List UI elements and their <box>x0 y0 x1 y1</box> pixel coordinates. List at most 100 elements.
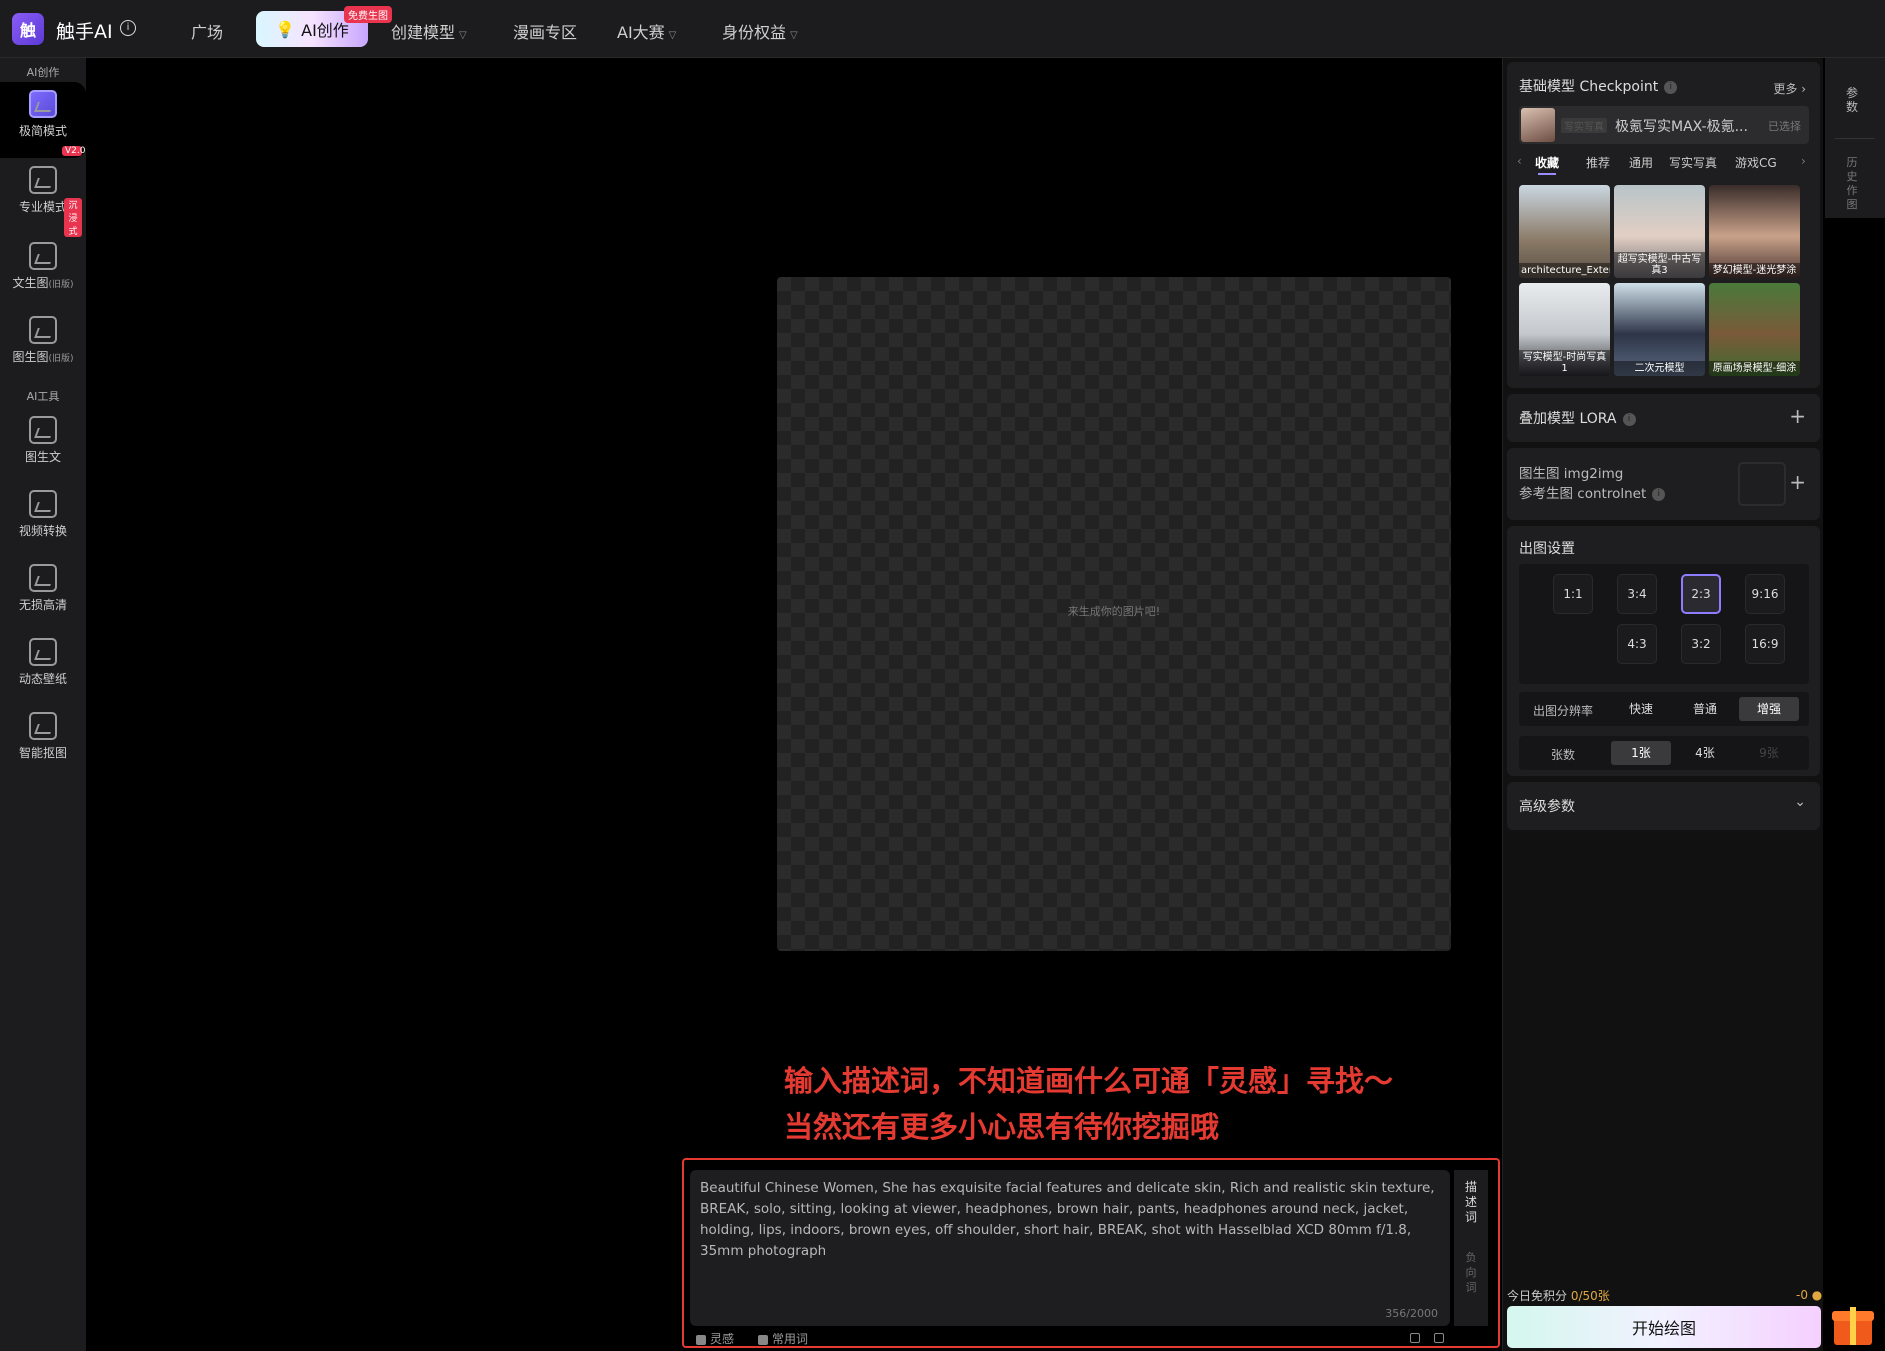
sidebar-item-text-to-image[interactable]: 文生图(旧版) <box>0 234 86 304</box>
ratio-grid: 1:1 3:4 2:3 9:16 4:3 3:2 16:9 <box>1519 564 1809 684</box>
model-selected-state: 已选择 <box>1768 120 1801 133</box>
nav-create-model[interactable]: 创建模型 ▽ <box>391 19 467 43</box>
sidebar-item-live-wallpaper[interactable]: 动态壁纸 <box>0 630 86 700</box>
sidebar-item-video-convert[interactable]: 视频转换 <box>0 482 86 552</box>
sidebar-item-image-to-image[interactable]: 图生图(旧版) <box>0 308 86 378</box>
sidebar-section-ai-tools: AI工具 <box>26 390 60 403</box>
video-icon <box>29 490 57 518</box>
tab-positive-prompt[interactable]: 描述词 <box>1454 1180 1488 1225</box>
checkpoint-title: 基础模型 Checkpoint i <box>1519 76 1678 96</box>
brand-logo[interactable]: 触 <box>12 13 44 45</box>
tab-favorites[interactable]: 收藏 <box>1535 154 1559 175</box>
resolution-option-selected[interactable]: 增强 <box>1739 697 1799 721</box>
trash-icon[interactable] <box>1410 1330 1424 1344</box>
sidebar-item-upscale[interactable]: 无损高清 <box>0 556 86 626</box>
sidebar-item-pro-mode[interactable]: 专业模式 沉浸式 <box>0 158 86 237</box>
resolution-label: 出图分辨率 <box>1533 704 1594 718</box>
inspiration-button[interactable]: 灵感 <box>696 1330 734 1347</box>
chevron-down-icon[interactable]: ⌄ <box>1794 794 1806 810</box>
model-card[interactable]: 二次元模型 <box>1614 283 1705 376</box>
output-settings-title: 出图设置 <box>1519 541 1575 557</box>
lora-card[interactable]: 叠加模型 LORA i + <box>1507 394 1820 442</box>
nav-contest[interactable]: AI大赛 ▽ <box>617 19 676 43</box>
tab-recommended[interactable]: 推荐 <box>1586 154 1610 171</box>
prompt-text[interactable]: Beautiful Chinese Women, She has exquisi… <box>700 1178 1440 1262</box>
ratio-option[interactable]: 3:2 <box>1681 624 1721 664</box>
side-tabs: 参数 历史作图 <box>1825 58 1885 218</box>
immersive-badge: 沉浸式 <box>64 198 82 237</box>
save-icon[interactable] <box>1434 1330 1448 1344</box>
tab-params[interactable]: 参数 <box>1845 86 1859 114</box>
model-category-tag: 写实写真 <box>1561 118 1607 133</box>
info-icon[interactable]: i <box>1652 487 1666 501</box>
controlnet-title: 参考生图 controlnet <box>1519 486 1647 502</box>
more-models-link[interactable]: 更多 › <box>1773 80 1806 97</box>
ratio-option[interactable]: 4:3 <box>1617 624 1657 664</box>
selected-model[interactable]: 写实写真 极氪写实MAX-极氪... 已选择 <box>1519 106 1809 144</box>
tab-history[interactable]: 历史作图 <box>1845 156 1859 212</box>
wallpaper-icon <box>29 638 57 666</box>
bulb-icon: 💡 <box>275 19 296 39</box>
model-card[interactable]: architecture_Exterior <box>1519 185 1610 278</box>
chevron-left-icon[interactable]: ‹ <box>1517 154 1522 168</box>
cutout-icon <box>29 712 57 740</box>
tab-general[interactable]: 通用 <box>1629 154 1653 171</box>
sidebar-item-simple-mode[interactable]: 极简模式 V2.0 <box>0 82 86 158</box>
prompt-input[interactable]: Beautiful Chinese Women, She has exquisi… <box>690 1170 1450 1326</box>
sidebar-item-smart-cutout[interactable]: 智能抠图 <box>0 704 86 774</box>
model-card[interactable]: 梦幻模型-迷光梦涂 <box>1709 185 1800 278</box>
count-selector: 张数 1张 4张 9张 <box>1519 736 1809 770</box>
common-words-button[interactable]: 常用词 <box>758 1330 808 1347</box>
coin-icon: ● <box>1811 1288 1823 1302</box>
info-icon[interactable]: i <box>120 20 136 36</box>
upscale-icon <box>29 564 57 592</box>
ratio-option[interactable]: 3:4 <box>1617 574 1657 614</box>
tab-game-cg[interactable]: 游戏CG <box>1735 154 1777 171</box>
lora-title: 叠加模型 LORA <box>1519 411 1617 427</box>
img2img-title: 图生图 img2img <box>1519 466 1624 482</box>
resolution-option[interactable]: 快速 <box>1611 697 1671 721</box>
img2img-card[interactable]: 图生图 img2img 参考生图 controlnet i + <box>1507 448 1820 520</box>
chevron-down-icon: ▽ <box>459 30 467 41</box>
magic-wand-icon <box>29 90 57 118</box>
checkpoint-card: 基础模型 Checkpoint i 更多 › 写实写真 极氪写实MAX-极氪...… <box>1507 62 1820 388</box>
count-option[interactable]: 4张 <box>1675 741 1735 765</box>
tab-realistic[interactable]: 写实写真 <box>1669 154 1717 171</box>
top-nav-bar: 触 触手AI i 广场 💡 AI创作 免费生图 创建模型 ▽ 漫画专区 AI大赛 ▽… <box>0 0 1885 58</box>
model-name: 极氪写实MAX-极氪... <box>1615 119 1748 135</box>
model-card[interactable]: 原画场景模型-细涂 <box>1709 283 1800 376</box>
canvas-hint: 来生成你的图片吧! <box>1067 605 1161 618</box>
add-image-icon[interactable]: + <box>1789 470 1806 494</box>
nav-comic[interactable]: 漫画专区 <box>513 19 577 43</box>
info-icon[interactable]: i <box>1622 412 1636 426</box>
ratio-option[interactable]: 9:16 <box>1745 574 1785 614</box>
sidebar-section-ai-create: AI创作 <box>26 66 60 79</box>
ratio-option[interactable]: 16:9 <box>1745 624 1785 664</box>
resolution-option[interactable]: 普通 <box>1675 697 1735 721</box>
start-drawing-button[interactable]: 开始绘图 <box>1507 1306 1821 1348</box>
nav-plaza[interactable]: 广场 <box>191 19 223 43</box>
free-badge: 免费生图 <box>344 6 392 23</box>
count-option-selected[interactable]: 1张 <box>1611 741 1671 765</box>
add-lora-icon[interactable]: + <box>1789 404 1806 428</box>
ratio-option-selected[interactable]: 2:3 <box>1681 574 1721 614</box>
advanced-params-card[interactable]: 高级参数 ⌄ <box>1507 782 1820 830</box>
gift-icon[interactable] <box>1832 1303 1874 1347</box>
sidebar-item-image-to-text[interactable]: 图生文 <box>0 408 86 478</box>
model-card[interactable]: 写实模型-时尚写真1 <box>1519 283 1610 376</box>
brand-name[interactable]: 触手AI <box>56 17 113 44</box>
chevron-right-icon[interactable]: › <box>1801 154 1806 168</box>
ratio-option[interactable]: 1:1 <box>1553 574 1593 614</box>
prompt-toolbar: 灵感 常用词 <box>694 1330 1448 1348</box>
nav-membership[interactable]: 身份权益 ▽ <box>722 19 798 43</box>
model-card[interactable]: 超写实模型-中古写真3 <box>1614 185 1705 278</box>
tab-negative-prompt[interactable]: 负向词 <box>1454 1250 1488 1295</box>
prompt-tabs: 描述词 负向词 <box>1454 1170 1488 1326</box>
image-image-icon <box>29 316 57 344</box>
book-icon <box>758 1334 768 1345</box>
model-category-tabs: ‹ 收藏 推荐 通用 写实写真 游戏CG › <box>1517 154 1809 175</box>
prompt-char-count: 356/2000 <box>1385 1307 1438 1320</box>
count-label: 张数 <box>1551 748 1576 762</box>
chevron-right-icon: › <box>1801 82 1806 96</box>
info-icon[interactable]: i <box>1664 80 1678 94</box>
